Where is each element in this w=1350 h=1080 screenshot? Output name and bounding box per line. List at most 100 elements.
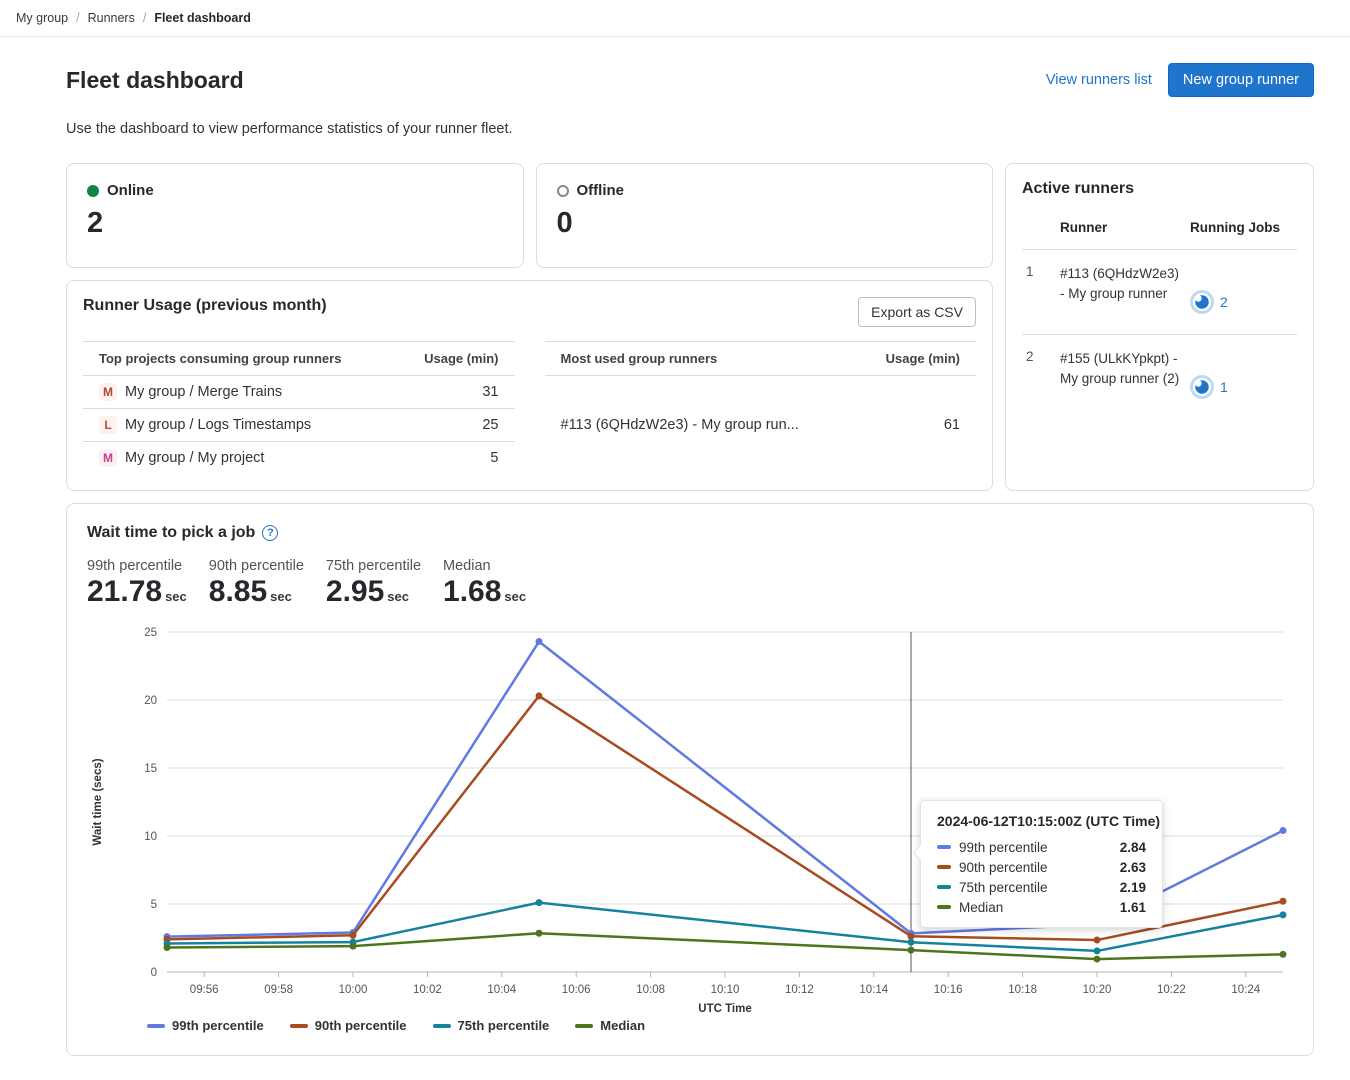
stat-median: Median 1.68sec: [443, 558, 538, 610]
svg-text:0: 0: [151, 967, 157, 979]
table-row: M My group / My project 5: [83, 442, 515, 475]
project-name: My group / Merge Trains: [125, 384, 282, 400]
chart-legend: 99th percentile 90th percentile 75th per…: [147, 1018, 1293, 1033]
tooltip-row: Median 1.61: [937, 897, 1146, 917]
stat-99th-percentile: 99th percentile 21.78sec: [87, 558, 187, 610]
running-jobs-count-link[interactable]: 2: [1220, 294, 1228, 310]
project-avatar: L: [99, 416, 117, 434]
online-count: 2: [87, 207, 503, 240]
svg-text:UTC Time: UTC Time: [698, 1003, 751, 1015]
top-projects-table: Top projects consuming group runners Usa…: [83, 341, 515, 474]
offline-status-icon: [557, 185, 569, 197]
legend-swatch: [575, 1024, 593, 1028]
usage-min-column-header: Usage (min): [854, 342, 976, 376]
runner-description: #113 (6QHdzW2e3) - My group runner: [1056, 250, 1186, 335]
header-actions: View runners list New group runner: [1046, 63, 1314, 97]
svg-text:10:16: 10:16: [934, 984, 963, 996]
page-title: Fleet dashboard: [66, 67, 244, 94]
svg-text:10:02: 10:02: [413, 984, 442, 996]
svg-text:09:58: 09:58: [264, 984, 293, 996]
svg-text:10:10: 10:10: [711, 984, 740, 996]
svg-text:10:00: 10:00: [339, 984, 368, 996]
page-header: Fleet dashboard View runners list New gr…: [66, 63, 1314, 97]
svg-text:10:08: 10:08: [636, 984, 665, 996]
tooltip-timestamp: 2024-06-12T10:15:00Z (UTC Time): [937, 813, 1146, 829]
new-group-runner-button[interactable]: New group runner: [1168, 63, 1314, 97]
table-row: L My group / Logs Timestamps 25: [83, 409, 515, 442]
breadcrumb-separator: /: [143, 11, 146, 25]
page-description: Use the dashboard to view performance st…: [66, 121, 1314, 137]
series-swatch-75th: [937, 885, 951, 889]
project-usage-min: 31: [394, 376, 515, 409]
runner-rank: 2: [1022, 335, 1056, 420]
top-projects-column-header: Top projects consuming group runners: [83, 342, 394, 376]
svg-text:10:20: 10:20: [1083, 984, 1112, 996]
breadcrumb-separator: /: [76, 11, 79, 25]
table-row: #113 (6QHdzW2e3) - My group run... 61: [545, 376, 977, 475]
legend-item-90th[interactable]: 90th percentile: [290, 1018, 407, 1033]
online-label: Online: [107, 182, 154, 199]
breadcrumb-runners[interactable]: Runners: [88, 11, 135, 25]
usage-min-column-header: Usage (min): [394, 342, 515, 376]
runner-usage-card: Runner Usage (previous month) Export as …: [66, 280, 993, 491]
project-name: My group / Logs Timestamps: [125, 417, 311, 433]
online-status-icon: [87, 185, 99, 197]
svg-text:10:14: 10:14: [859, 984, 888, 996]
project-avatar: M: [99, 383, 117, 401]
svg-text:20: 20: [144, 695, 157, 707]
help-icon[interactable]: ?: [262, 525, 278, 541]
svg-text:10:22: 10:22: [1157, 984, 1186, 996]
svg-text:10:04: 10:04: [487, 984, 516, 996]
table-row: M My group / Merge Trains 31: [83, 376, 515, 409]
legend-item-99th[interactable]: 99th percentile: [147, 1018, 264, 1033]
runner-description: #155 (ULkKYpkpt) - My group runner (2): [1056, 335, 1186, 420]
svg-text:10:18: 10:18: [1008, 984, 1037, 996]
tooltip-row: 90th percentile 2.63: [937, 857, 1146, 877]
stat-75th-percentile: 75th percentile 2.95sec: [326, 558, 421, 610]
status-running-icon: [1190, 290, 1214, 314]
svg-text:15: 15: [144, 763, 157, 775]
svg-text:10:06: 10:06: [562, 984, 591, 996]
breadcrumb: My group / Runners / Fleet dashboard: [0, 0, 1350, 37]
runner-column-header: Runner: [1056, 208, 1186, 250]
legend-swatch: [433, 1024, 451, 1028]
wait-time-card: Wait time to pick a job ? 99th percentil…: [66, 503, 1314, 1056]
runner-usage-title: Runner Usage (previous month): [83, 297, 327, 315]
breadcrumb-my-group[interactable]: My group: [16, 11, 68, 25]
chart-tooltip: 2024-06-12T10:15:00Z (UTC Time) 99th per…: [920, 800, 1163, 928]
breadcrumb-fleet-dashboard: Fleet dashboard: [154, 11, 251, 25]
svg-text:5: 5: [151, 899, 157, 911]
offline-count: 0: [557, 207, 973, 240]
project-avatar: M: [99, 449, 117, 467]
legend-item-median[interactable]: Median: [575, 1018, 645, 1033]
legend-swatch: [147, 1024, 165, 1028]
svg-text:25: 25: [144, 627, 157, 639]
wait-time-chart[interactable]: 051015202509:5609:5810:0010:0210:0410:06…: [87, 624, 1293, 1016]
wait-time-stats: 99th percentile 21.78sec 90th percentile…: [87, 558, 1293, 610]
offline-runners-card: Offline 0: [536, 163, 994, 268]
active-runner-row: 1 #113 (6QHdzW2e3) - My group runner 2: [1022, 250, 1297, 335]
running-jobs-count-link[interactable]: 1: [1220, 379, 1228, 395]
project-usage-min: 5: [394, 442, 515, 475]
series-swatch-99th: [937, 845, 951, 849]
view-runners-list-link[interactable]: View runners list: [1046, 72, 1152, 88]
svg-text:10:24: 10:24: [1231, 984, 1260, 996]
most-used-runners-table: Most used group runners Usage (min) #113…: [545, 341, 977, 474]
svg-text:Wait time (secs): Wait time (secs): [92, 758, 104, 845]
svg-text:10:12: 10:12: [785, 984, 814, 996]
active-runners-title: Active runners: [1022, 180, 1297, 198]
export-csv-button[interactable]: Export as CSV: [858, 297, 976, 327]
runner-name: #113 (6QHdzW2e3) - My group run...: [545, 376, 855, 475]
legend-item-75th[interactable]: 75th percentile: [433, 1018, 550, 1033]
runner-usage-min: 61: [854, 376, 976, 475]
tooltip-row: 75th percentile 2.19: [937, 877, 1146, 897]
running-jobs-column-header: Running Jobs: [1186, 208, 1297, 250]
tooltip-row: 99th percentile 2.84: [937, 837, 1146, 857]
series-swatch-median: [937, 905, 951, 909]
active-runner-row: 2 #155 (ULkKYpkpt) - My group runner (2)…: [1022, 335, 1297, 420]
page-content: Fleet dashboard View runners list New gr…: [0, 63, 1350, 1080]
status-running-icon: [1190, 375, 1214, 399]
wait-time-title: Wait time to pick a job: [87, 524, 255, 542]
project-usage-min: 25: [394, 409, 515, 442]
most-used-runners-column-header: Most used group runners: [545, 342, 855, 376]
